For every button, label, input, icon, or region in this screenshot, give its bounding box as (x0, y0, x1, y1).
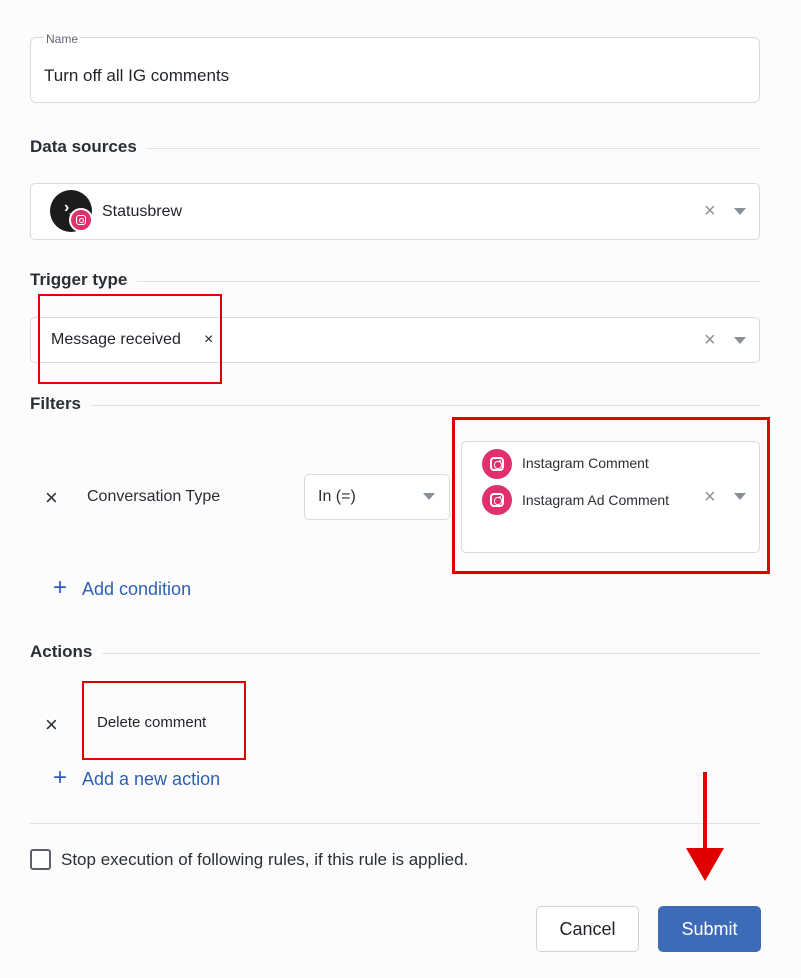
add-action-link[interactable]: Add a new action (82, 769, 220, 790)
submit-button[interactable]: Submit (658, 906, 761, 952)
highlight-box-action (82, 681, 246, 760)
highlight-box-trigger (38, 294, 222, 384)
name-label: Name (44, 32, 81, 46)
operator-value: In (=) (318, 488, 356, 505)
chevron-down-icon[interactable] (734, 208, 746, 215)
data-sources-title: Data sources (30, 137, 147, 157)
chevron-down-icon[interactable] (734, 337, 746, 344)
trigger-type-title: Trigger type (30, 270, 138, 290)
cancel-button[interactable]: Cancel (536, 906, 639, 952)
instagram-icon (69, 208, 93, 232)
filters-divider (30, 405, 760, 406)
filters-title: Filters (30, 394, 92, 414)
plus-icon[interactable]: + (53, 766, 67, 790)
actions-divider (30, 653, 760, 654)
remove-action-icon[interactable]: × (45, 714, 58, 736)
stop-execution-label: Stop execution of following rules, if th… (61, 850, 469, 869)
stop-execution-checkbox[interactable] (30, 849, 51, 870)
add-condition-link[interactable]: Add condition (82, 579, 191, 600)
highlight-box-values (452, 417, 770, 574)
chevron-down-icon[interactable] (423, 493, 435, 500)
clear-data-source-icon[interactable]: × (704, 201, 716, 221)
plus-icon[interactable]: + (53, 576, 67, 600)
condition-field-label: Conversation Type (87, 488, 221, 505)
actions-title: Actions (30, 642, 103, 662)
footer-divider (30, 823, 760, 824)
clear-trigger-icon[interactable]: × (704, 330, 716, 350)
trigger-type-divider (30, 281, 760, 282)
name-value[interactable]: Turn off all IG comments (44, 66, 229, 86)
remove-condition-icon[interactable]: × (45, 487, 58, 509)
arrow-down-icon (686, 772, 724, 881)
data-source-value: Statusbrew (102, 203, 183, 220)
